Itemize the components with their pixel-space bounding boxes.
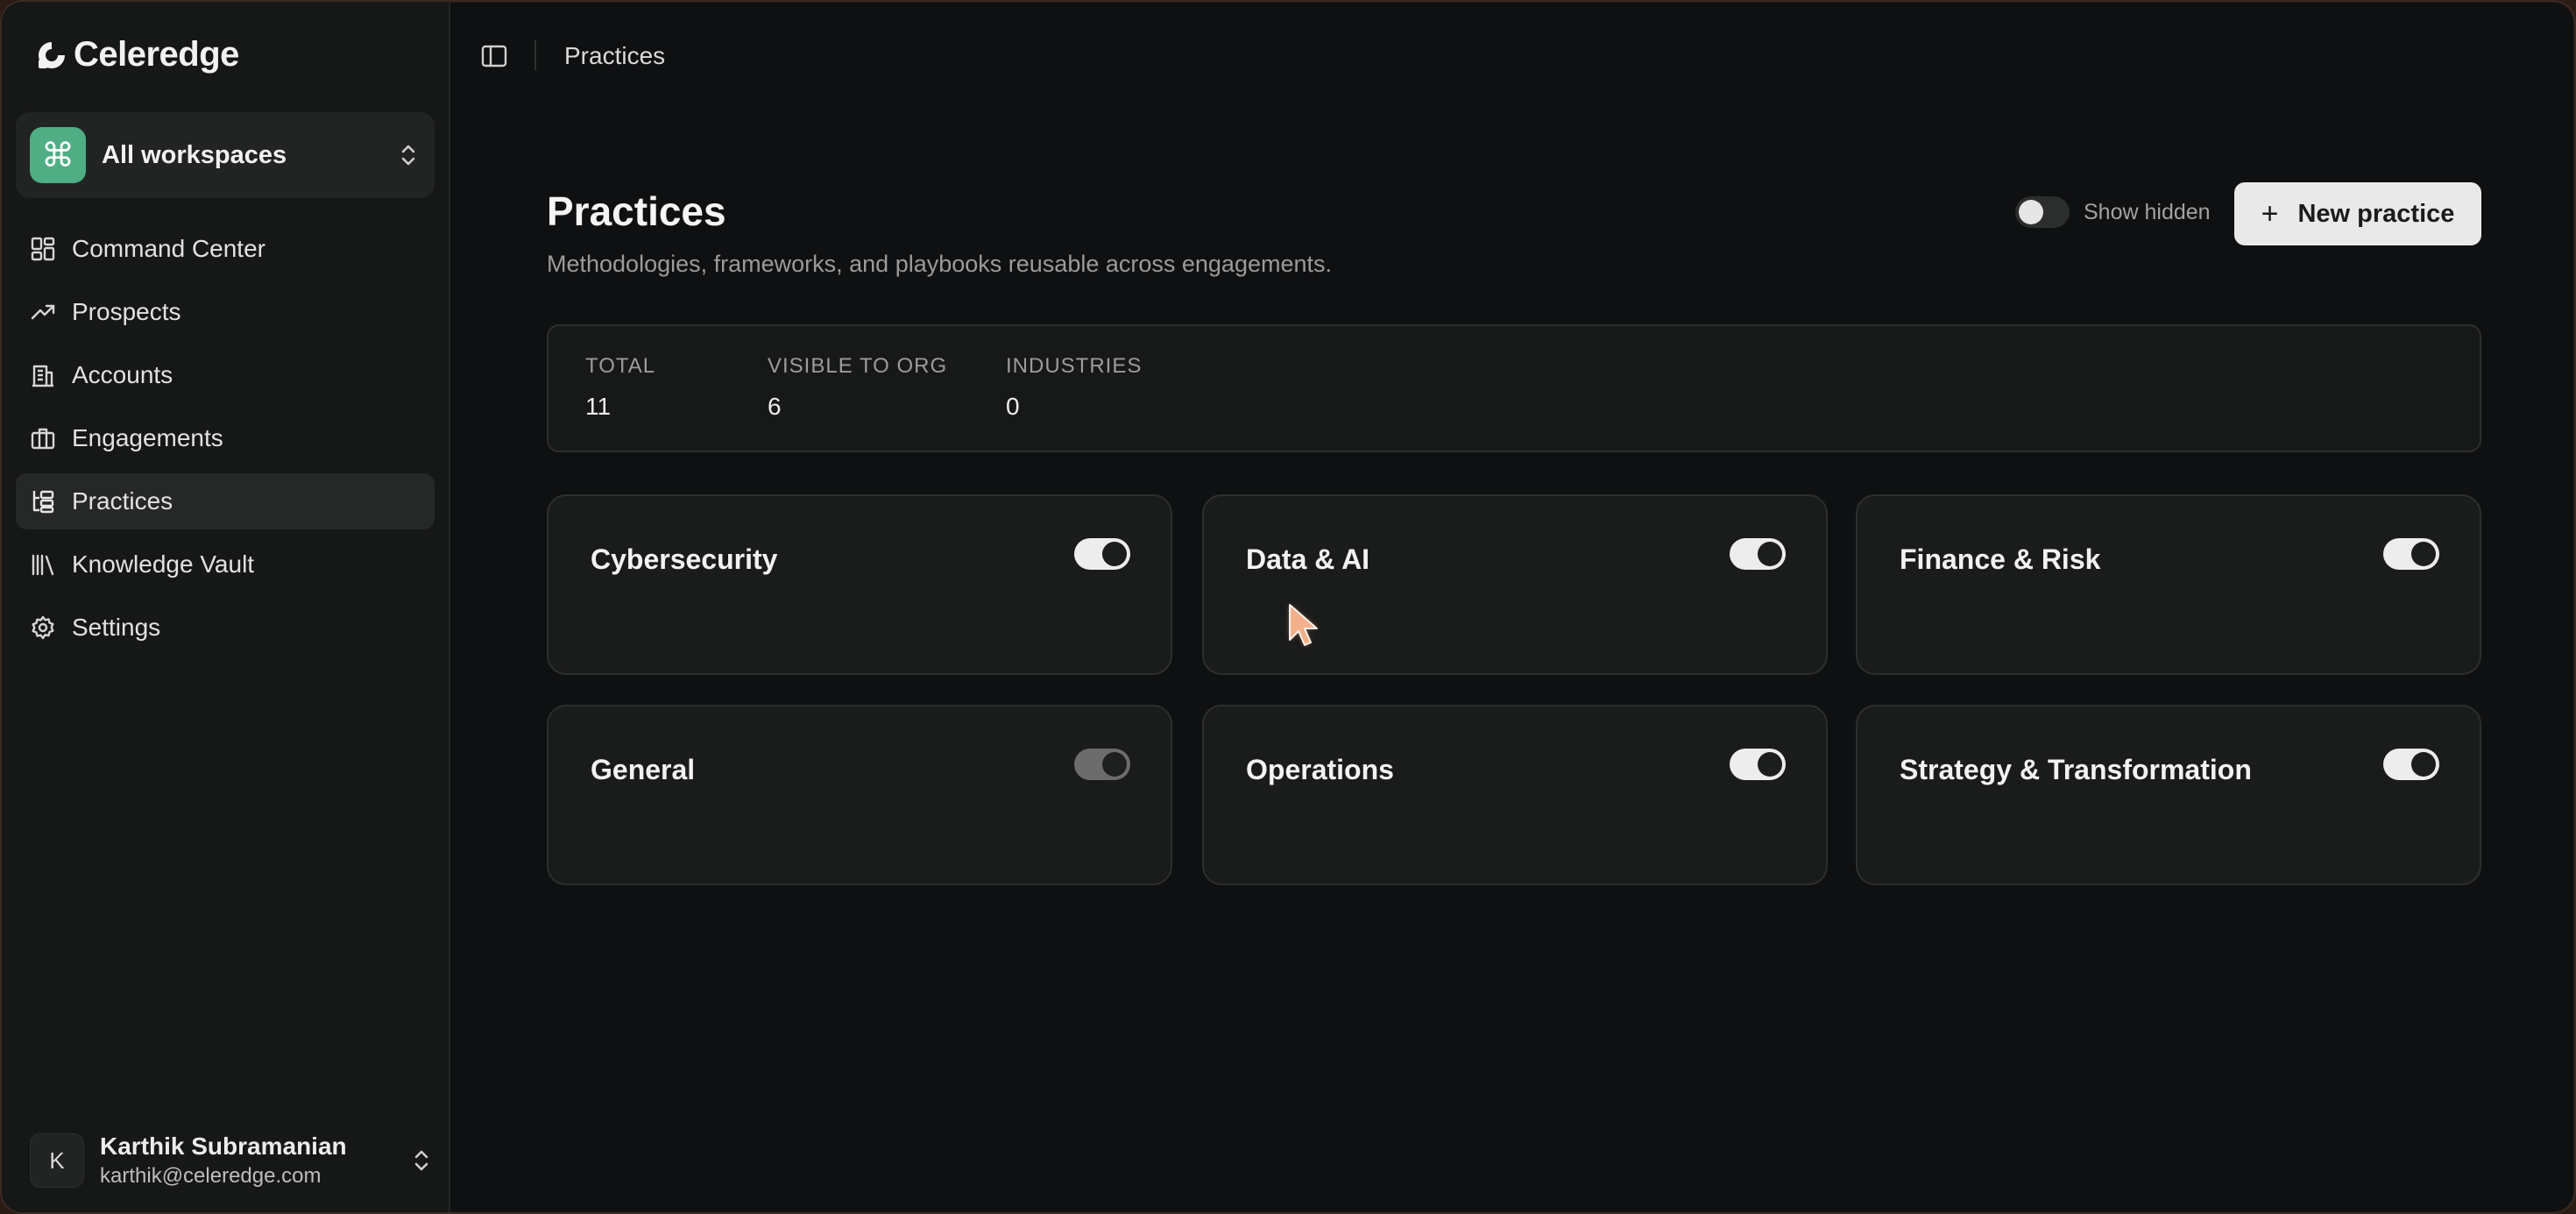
user-name: Karthik Subramanian [100, 1132, 347, 1160]
stat-value: 0 [1006, 393, 1020, 420]
sidebar-item-label: Settings [72, 614, 161, 641]
sidebar-item-label: Accounts [72, 361, 173, 388]
practice-card-general[interactable]: General [547, 705, 1172, 885]
show-hidden-control[interactable]: Show hidden [2015, 196, 2211, 228]
stat-value: 6 [768, 393, 782, 420]
stat-industries: INDUSTRIES 0 [1006, 354, 1142, 421]
sidebar-item-settings[interactable]: Settings [16, 600, 435, 656]
new-practice-button[interactable]: + New practice [2234, 182, 2481, 245]
show-hidden-toggle[interactable] [2015, 196, 2070, 228]
show-hidden-label: Show hidden [2084, 199, 2211, 224]
gear-icon [32, 615, 54, 640]
stat-label: INDUSTRIES [1006, 354, 1143, 378]
sidebar-item-prospects[interactable]: Prospects [16, 284, 435, 340]
practice-visibility-toggle[interactable] [1074, 749, 1130, 780]
practice-visibility-toggle[interactable] [2383, 749, 2439, 780]
brand[interactable]: Celeredge [35, 35, 239, 75]
topbar: Practices [450, 2, 2574, 110]
stat-label: VISIBLE TO ORG [768, 354, 948, 378]
chevron-up-down-icon [414, 1150, 428, 1171]
practice-name: Data & AI [1246, 543, 1370, 575]
sidebar-item-label: Knowledge Vault [72, 550, 255, 578]
practice-card-cybersecurity[interactable]: Cybersecurity [547, 494, 1172, 675]
divider [534, 40, 536, 70]
sidebar-item-knowledge-vault[interactable]: Knowledge Vault [16, 536, 435, 593]
stats-panel: TOTAL 11 VISIBLE TO ORG 6 INDUSTRIES 0 [547, 324, 2481, 452]
library-icon [32, 554, 54, 576]
user-menu[interactable]: K Karthik Subramanian karthik@celeredge.… [30, 1132, 433, 1189]
breadcrumb[interactable]: Practices [564, 42, 665, 70]
sidebar-item-engagements[interactable]: Engagements [16, 410, 435, 466]
practice-card-operations[interactable]: Operations [1202, 705, 1828, 885]
stat-visible-to-org: VISIBLE TO ORG 6 [768, 354, 947, 421]
plus-icon: + [2261, 196, 2279, 231]
page-subtitle: Methodologies, frameworks, and playbooks… [547, 251, 1332, 277]
sidebar-toggle-icon[interactable] [480, 42, 508, 70]
new-practice-label: New practice [2297, 199, 2455, 228]
practice-name: Operations [1246, 754, 1394, 785]
user-email: karthik@celeredge.com [100, 1164, 322, 1188]
sidebar-item-practices[interactable]: Practices [16, 473, 435, 529]
sidebar-nav: Command Center Prospects Accounts Engage… [16, 221, 435, 663]
practice-visibility-toggle[interactable] [2383, 538, 2439, 570]
sidebar: Celeredge ⌘ All workspaces Command Cente… [2, 2, 450, 1212]
practice-name: Finance & Risk [1900, 543, 2101, 575]
practice-visibility-toggle[interactable] [1730, 538, 1786, 570]
sidebar-item-command-center[interactable]: Command Center [16, 221, 435, 277]
practice-card-strategy-transformation[interactable]: Strategy & Transformation [1856, 705, 2481, 885]
practice-visibility-toggle[interactable] [1730, 749, 1786, 780]
practice-name: General [591, 754, 696, 785]
trending-up-icon [31, 304, 55, 320]
stat-label: TOTAL [585, 354, 656, 378]
practice-card-finance-risk[interactable]: Finance & Risk [1856, 494, 2481, 675]
sidebar-item-label: Engagements [72, 424, 223, 451]
sidebar-item-accounts[interactable]: Accounts [16, 347, 435, 403]
hierarchy-icon [32, 490, 54, 514]
workspace-label: All workspaces [102, 140, 287, 169]
brand-logo-icon [39, 41, 65, 68]
sidebar-item-label: Prospects [72, 298, 181, 325]
mouse-cursor-icon [1289, 604, 1318, 646]
chevron-up-down-icon [401, 145, 415, 166]
stat-value: 11 [585, 393, 612, 420]
app-window: Celeredge ⌘ All workspaces Command Cente… [0, 0, 2576, 1214]
building-icon [32, 365, 53, 387]
sidebar-item-label: Command Center [72, 235, 265, 262]
stat-total: TOTAL 11 [585, 354, 655, 421]
briefcase-icon [31, 428, 55, 450]
user-info: Karthik Subramanian karthik@celeredge.co… [100, 1132, 410, 1189]
sidebar-item-label: Practices [72, 487, 173, 515]
page-title: Practices [547, 188, 726, 234]
practice-visibility-toggle[interactable] [1074, 538, 1130, 570]
main-content: Practices Methodologies, frameworks, and… [450, 110, 2574, 1212]
practice-name: Strategy & Transformation [1900, 754, 2252, 785]
avatar: K [30, 1133, 84, 1188]
dashboard-icon [31, 237, 55, 261]
command-icon: ⌘ [30, 127, 86, 183]
brand-name: Celeredge [74, 35, 239, 74]
practice-name: Cybersecurity [591, 543, 778, 575]
workspace-switcher[interactable]: ⌘ All workspaces [16, 112, 435, 198]
